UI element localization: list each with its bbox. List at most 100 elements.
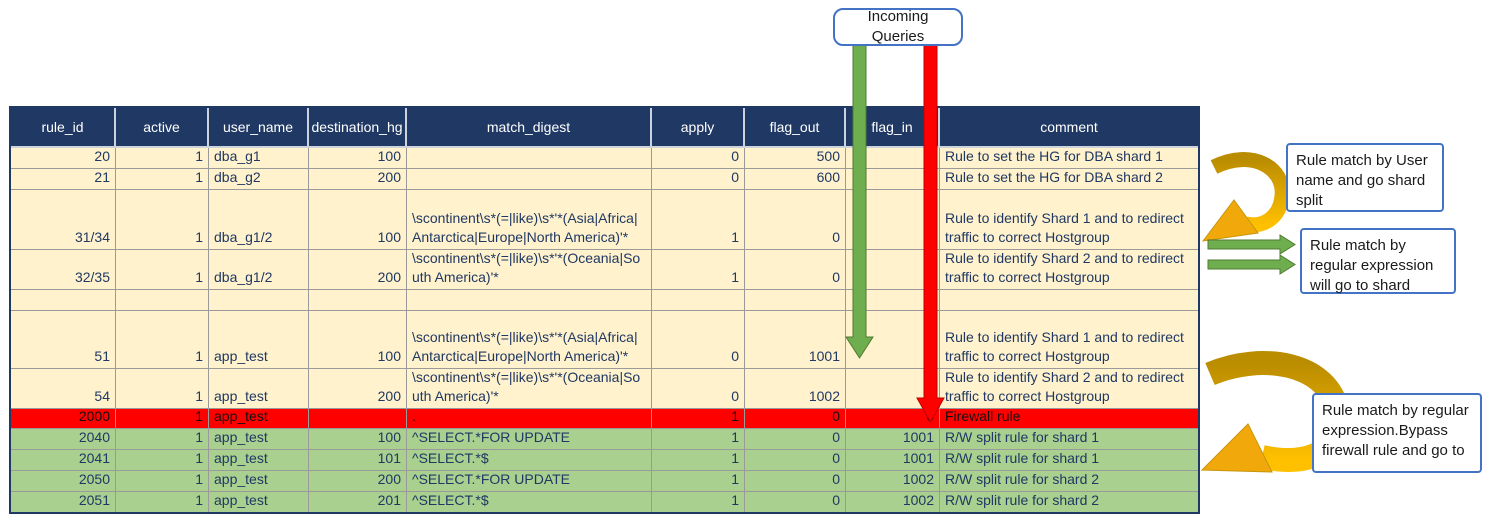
table-cell[interactable]: R/W split rule for shard 1 (940, 429, 1198, 450)
table-cell[interactable]: 1 (652, 492, 745, 512)
table-cell[interactable]: 100 (309, 190, 407, 250)
table-cell[interactable]: 1 (652, 409, 745, 429)
table-cell[interactable]: 21 (11, 169, 116, 190)
table-cell[interactable]: 1002 (745, 369, 846, 409)
table-cell[interactable]: Firewall rule (940, 409, 1198, 429)
table-cell[interactable]: 32/35 (11, 250, 116, 290)
table-cell[interactable]: 0 (652, 169, 745, 190)
table-cell[interactable]: 1 (116, 311, 209, 369)
table-cell[interactable] (407, 148, 652, 169)
table-cell[interactable]: 1 (116, 450, 209, 471)
table-cell[interactable]: 201 (309, 492, 407, 512)
table-cell[interactable]: 0 (745, 190, 846, 250)
table-cell[interactable]: dba_g1 (209, 148, 309, 169)
table-cell[interactable]: app_test (209, 311, 309, 369)
table-cell[interactable]: 1001 (846, 450, 940, 471)
table-cell[interactable] (209, 290, 309, 311)
table-cell[interactable]: 1 (652, 190, 745, 250)
table-cell[interactable] (940, 290, 1198, 311)
table-cell[interactable]: . (407, 409, 652, 429)
green-right-arrow-2[interactable] (1208, 255, 1295, 274)
table-cell[interactable]: dba_g2 (209, 169, 309, 190)
table-cell[interactable]: 0 (846, 409, 940, 429)
table-cell[interactable]: R/W split rule for shard 1 (940, 450, 1198, 471)
table-cell[interactable]: 1 (652, 471, 745, 492)
table-cell[interactable]: 2040 (11, 429, 116, 450)
table-cell[interactable]: app_test (209, 450, 309, 471)
table-cell[interactable]: dba_g1/2 (209, 250, 309, 290)
table-cell[interactable]: Rule to set the HG for DBA shard 2 (940, 169, 1198, 190)
column-header-flag_in[interactable]: flag_in (846, 108, 940, 148)
table-cell[interactable]: \scontinent\s*(=|like)\s*'*(Oceania|Sout… (407, 369, 652, 409)
table-cell[interactable]: app_test (209, 471, 309, 492)
table-cell[interactable]: 1 (116, 169, 209, 190)
table-cell[interactable] (407, 169, 652, 190)
table-cell[interactable]: 2041 (11, 450, 116, 471)
table-cell[interactable] (309, 290, 407, 311)
table-cell[interactable]: 200 (309, 369, 407, 409)
table-cell[interactable]: \scontinent\s*(=|like)\s*'*(Oceania|Sout… (407, 250, 652, 290)
table-cell[interactable]: 1001 (745, 311, 846, 369)
table-cell[interactable]: Rule to identify Shard 2 and to redirect… (940, 250, 1198, 290)
column-header-destination_hg[interactable]: destination_hg (309, 108, 407, 148)
table-cell[interactable]: 1 (116, 409, 209, 429)
table-cell[interactable]: ^SELECT.*FOR UPDATE (407, 471, 652, 492)
table-cell[interactable]: Rule to identify Shard 1 and to redirect… (940, 311, 1198, 369)
table-cell[interactable]: 1 (116, 492, 209, 512)
table-cell[interactable]: R/W split rule for shard 2 (940, 492, 1198, 512)
callout-rule-match-by-user[interactable]: Rule match by User name and go shard spl… (1286, 143, 1444, 212)
table-cell[interactable]: 1 (652, 450, 745, 471)
gold-curved-arrow-user-match[interactable] (1203, 160, 1282, 241)
table-cell[interactable]: 200 (309, 471, 407, 492)
table-cell[interactable]: 54 (11, 369, 116, 409)
table-cell[interactable]: 1 (116, 471, 209, 492)
table-cell[interactable]: 2050 (11, 471, 116, 492)
table-cell[interactable]: 101 (309, 450, 407, 471)
column-header-user_name[interactable]: user_name (209, 108, 309, 148)
table-cell[interactable]: 1002 (846, 492, 940, 512)
table-cell[interactable]: 0 (745, 471, 846, 492)
table-cell[interactable]: R/W split rule for shard 2 (940, 471, 1198, 492)
table-cell[interactable]: app_test (209, 492, 309, 512)
table-cell[interactable]: 1002 (846, 471, 940, 492)
table-cell[interactable]: app_test (209, 369, 309, 409)
table-cell[interactable]: app_test (209, 409, 309, 429)
table-cell[interactable]: 0 (652, 148, 745, 169)
table-cell[interactable]: \scontinent\s*(=|like)\s*'*(Asia|Africa|… (407, 190, 652, 250)
table-cell[interactable]: 1 (116, 148, 209, 169)
table-cell[interactable]: 1 (116, 190, 209, 250)
table-cell[interactable]: 0 (846, 250, 940, 290)
table-cell[interactable]: 0 (745, 450, 846, 471)
column-header-comment[interactable]: comment (940, 108, 1198, 148)
table-cell[interactable]: \scontinent\s*(=|like)\s*'*(Asia|Africa|… (407, 311, 652, 369)
column-header-active[interactable]: active (116, 108, 209, 148)
table-cell[interactable]: ^SELECT.*$ (407, 450, 652, 471)
table-cell[interactable]: 1001 (846, 429, 940, 450)
table-cell[interactable]: 0 (745, 492, 846, 512)
table-cell[interactable]: 0 (846, 311, 940, 369)
table-cell[interactable]: ^SELECT.*FOR UPDATE (407, 429, 652, 450)
column-header-rule_id[interactable]: rule_id (11, 108, 116, 148)
table-cell[interactable]: Rule to set the HG for DBA shard 1 (940, 148, 1198, 169)
column-header-flag_out[interactable]: flag_out (745, 108, 846, 148)
table-cell[interactable]: 31/34 (11, 190, 116, 250)
table-cell[interactable]: Rule to identify Shard 1 and to redirect… (940, 190, 1198, 250)
table-cell[interactable]: 0 (745, 409, 846, 429)
table-cell[interactable]: 0 (745, 429, 846, 450)
table-cell[interactable]: 1 (116, 250, 209, 290)
table-cell[interactable] (309, 409, 407, 429)
table-cell[interactable]: 0 (846, 148, 940, 169)
table-cell[interactable]: app_test (209, 429, 309, 450)
table-cell[interactable]: 0 (846, 190, 940, 250)
table-cell[interactable]: 100 (309, 311, 407, 369)
table-cell[interactable] (11, 290, 116, 311)
table-cell[interactable]: 500 (745, 148, 846, 169)
table-cell[interactable]: 2051 (11, 492, 116, 512)
table-cell[interactable] (652, 290, 745, 311)
table-cell[interactable]: 51 (11, 311, 116, 369)
column-header-apply[interactable]: apply (652, 108, 745, 148)
table-cell[interactable]: dba_g1/2 (209, 190, 309, 250)
table-cell[interactable]: 20 (11, 148, 116, 169)
column-header-match_digest[interactable]: match_digest (407, 108, 652, 148)
table-cell[interactable]: 100 (309, 148, 407, 169)
